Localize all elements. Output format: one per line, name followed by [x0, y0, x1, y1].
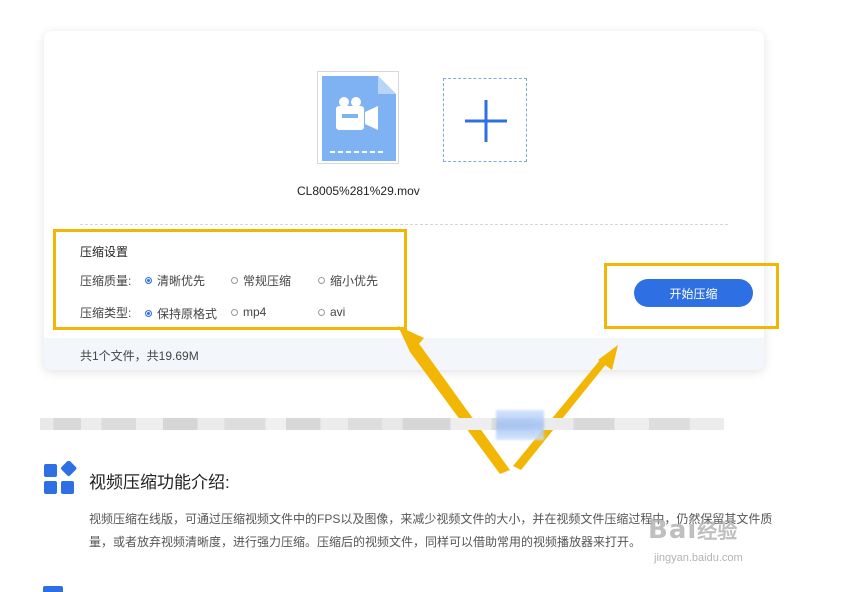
arrow-to-button [513, 345, 618, 470]
watermark-brand-suffix: 经验 [697, 521, 738, 543]
intro-title: 视频压缩功能介绍: [89, 473, 230, 492]
annotation-arrows [398, 326, 618, 474]
blurred-highlight [496, 410, 544, 440]
next-section-icon [43, 586, 63, 592]
feature-grid-icon [44, 461, 77, 494]
watermark-url: jingyan.baidu.com [654, 552, 743, 564]
blurred-content [40, 418, 724, 430]
watermark-brand: Bai [648, 515, 698, 545]
baidu-watermark: Bai经验 jingyan.baidu.com [648, 515, 808, 564]
